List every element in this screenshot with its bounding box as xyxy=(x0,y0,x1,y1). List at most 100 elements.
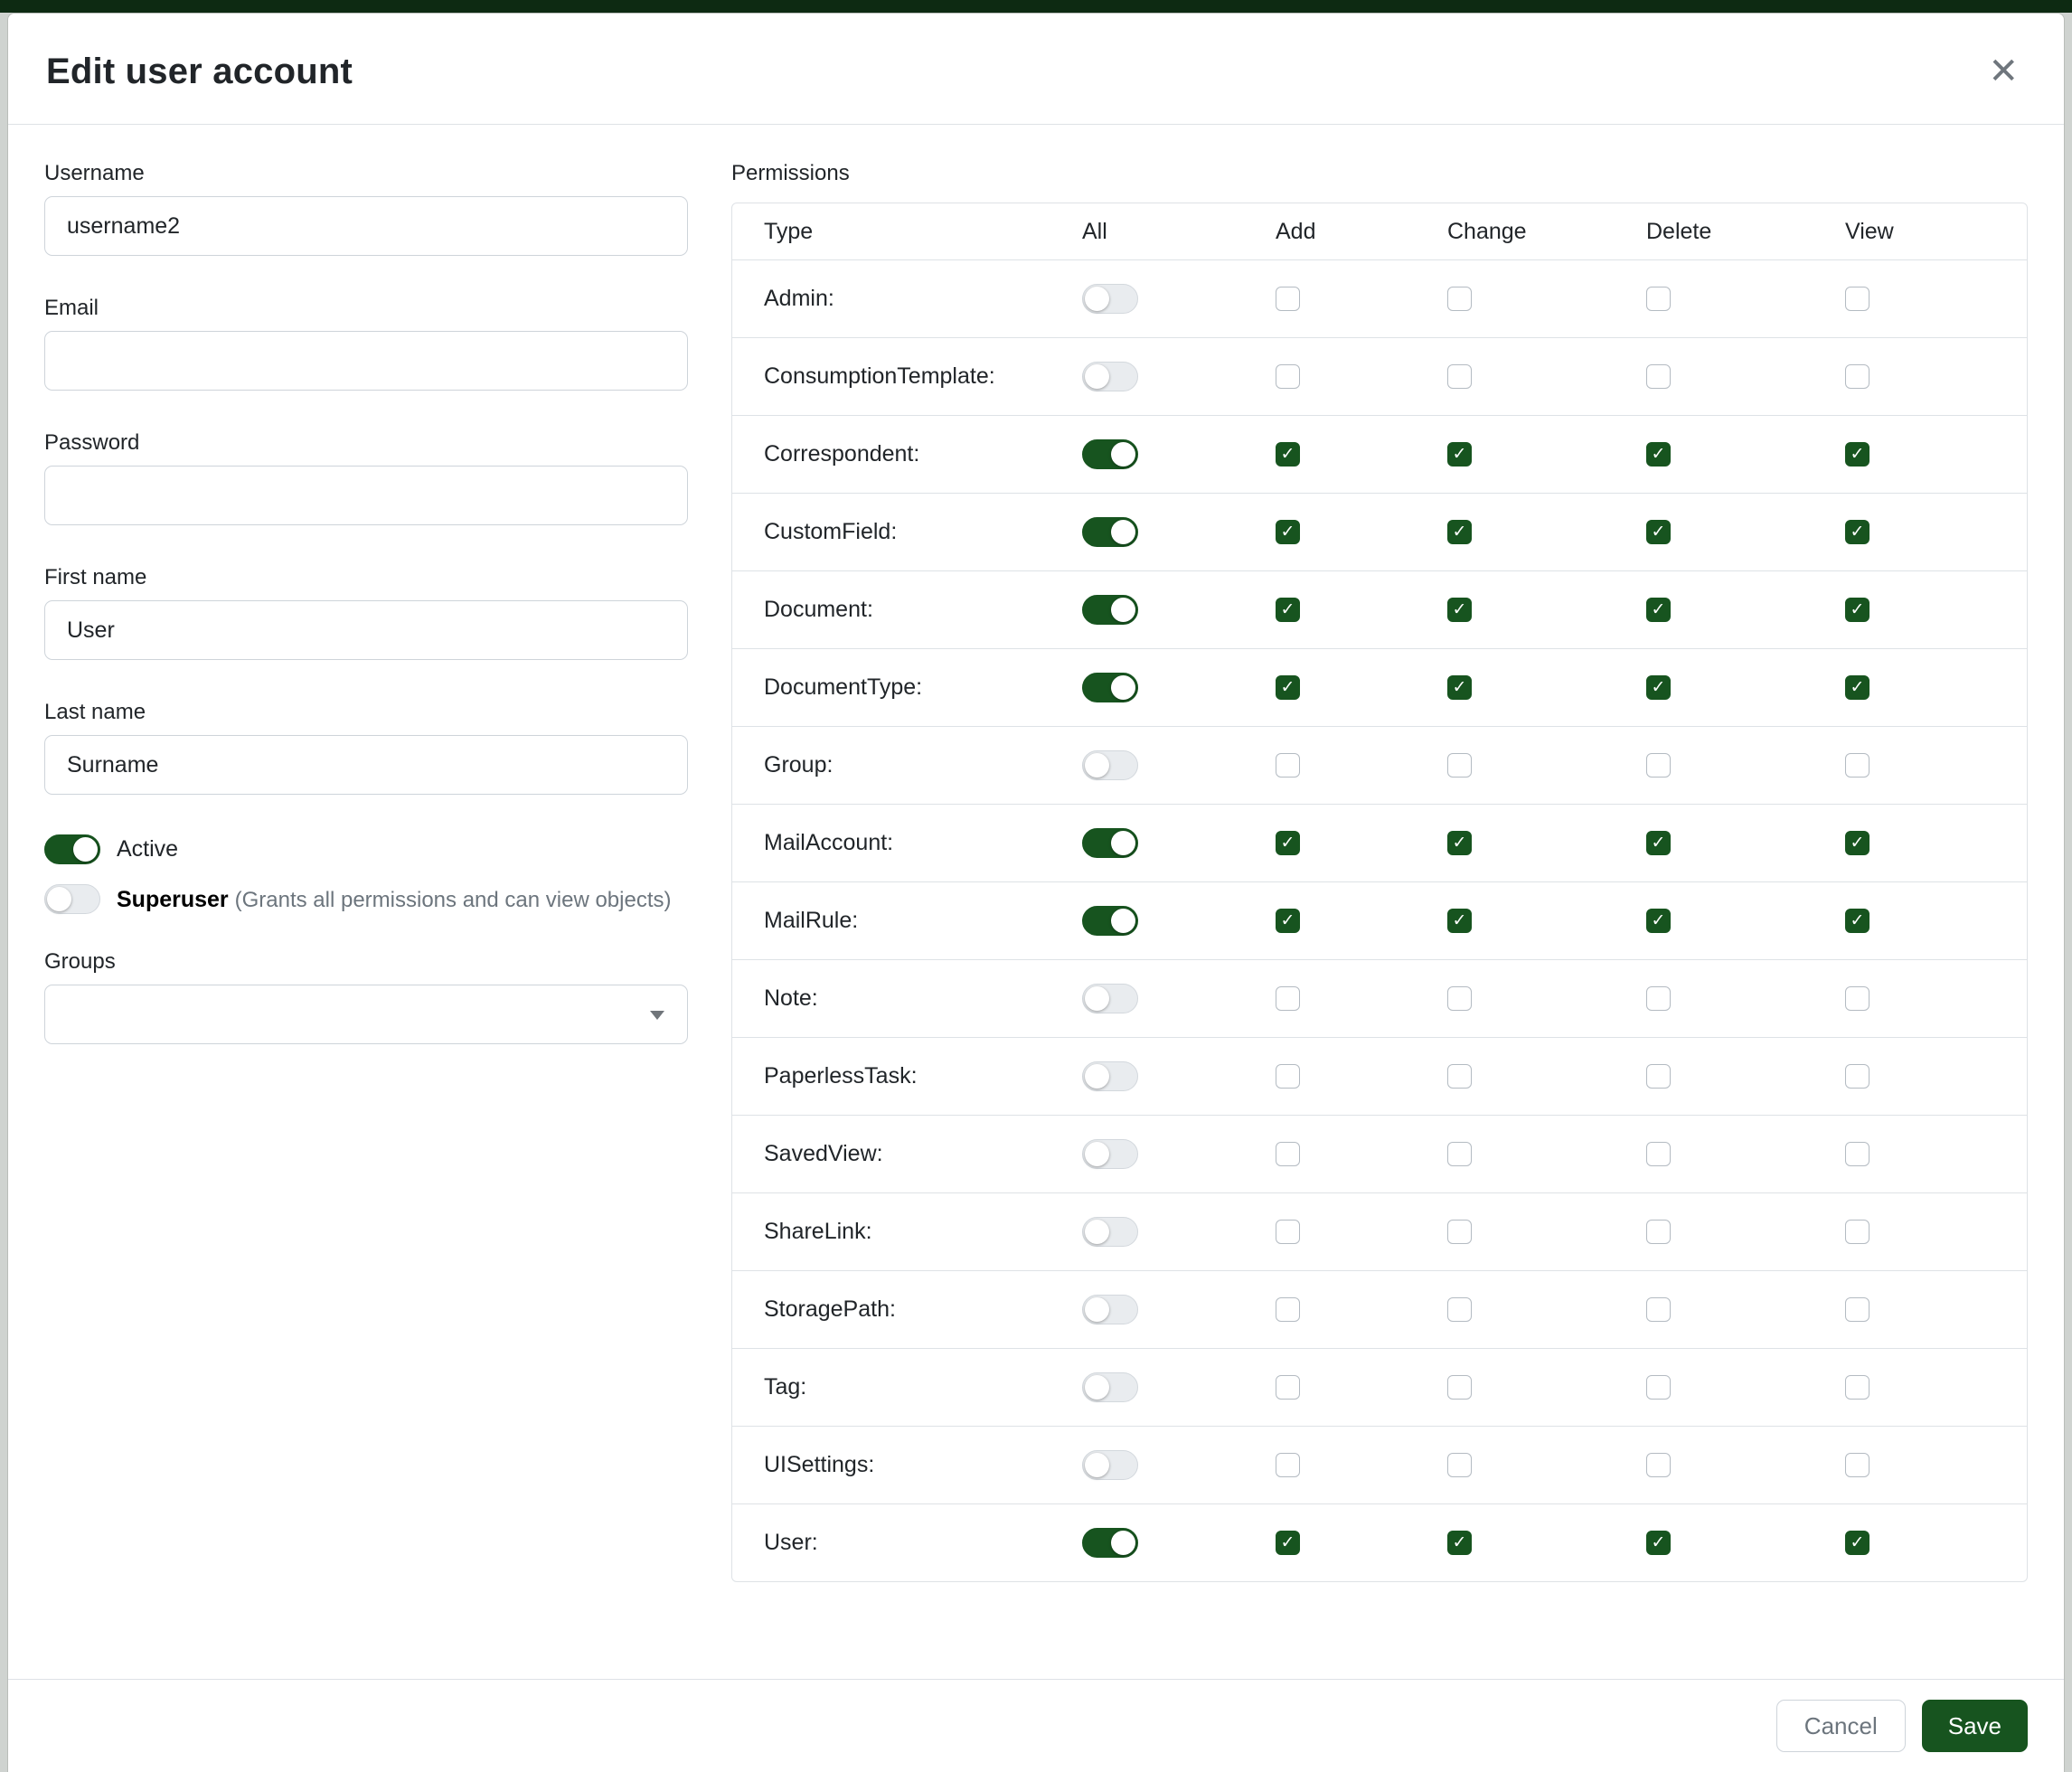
permission-all-toggle[interactable] xyxy=(1082,1217,1138,1247)
permission-view-checkbox[interactable]: ✓ xyxy=(1845,1453,1870,1477)
permission-change-checkbox[interactable]: ✓ xyxy=(1447,675,1472,700)
permission-change-checkbox[interactable]: ✓ xyxy=(1447,1142,1472,1166)
permission-change-checkbox[interactable]: ✓ xyxy=(1447,1531,1472,1555)
permission-change-checkbox[interactable]: ✓ xyxy=(1447,986,1472,1011)
permission-view-checkbox[interactable]: ✓ xyxy=(1845,287,1870,311)
permission-view-checkbox[interactable]: ✓ xyxy=(1845,753,1870,778)
permission-all-toggle[interactable] xyxy=(1082,1061,1138,1091)
permission-all-toggle[interactable] xyxy=(1082,1450,1138,1480)
permission-delete-checkbox[interactable]: ✓ xyxy=(1646,1064,1671,1089)
permission-add-checkbox[interactable]: ✓ xyxy=(1276,831,1300,855)
permission-change-checkbox[interactable]: ✓ xyxy=(1447,1375,1472,1400)
permission-all-toggle[interactable] xyxy=(1082,673,1138,702)
permission-view-checkbox[interactable]: ✓ xyxy=(1845,1142,1870,1166)
last-name-input[interactable] xyxy=(44,735,688,795)
permission-delete-checkbox[interactable]: ✓ xyxy=(1646,753,1671,778)
permission-view-checkbox[interactable]: ✓ xyxy=(1845,1220,1870,1244)
permission-add-checkbox[interactable]: ✓ xyxy=(1276,1453,1300,1477)
permission-add-checkbox[interactable]: ✓ xyxy=(1276,442,1300,467)
permission-all-toggle[interactable] xyxy=(1082,595,1138,625)
permission-add-checkbox[interactable]: ✓ xyxy=(1276,1297,1300,1322)
permission-delete-checkbox[interactable]: ✓ xyxy=(1646,909,1671,933)
password-input[interactable] xyxy=(44,466,688,525)
permission-view-checkbox[interactable]: ✓ xyxy=(1845,831,1870,855)
permission-all-toggle[interactable] xyxy=(1082,1295,1138,1324)
email-input[interactable] xyxy=(44,331,688,391)
permission-view-checkbox[interactable]: ✓ xyxy=(1845,1531,1870,1555)
permission-all-toggle[interactable] xyxy=(1082,517,1138,547)
permission-change-checkbox[interactable]: ✓ xyxy=(1447,831,1472,855)
permission-delete-checkbox[interactable]: ✓ xyxy=(1646,675,1671,700)
permission-delete-checkbox[interactable]: ✓ xyxy=(1646,1142,1671,1166)
first-name-input[interactable] xyxy=(44,600,688,660)
permission-all-cell xyxy=(1082,284,1276,314)
permission-all-toggle[interactable] xyxy=(1082,906,1138,936)
cancel-button[interactable]: Cancel xyxy=(1776,1700,1906,1752)
permission-all-toggle[interactable] xyxy=(1082,828,1138,858)
permission-delete-checkbox[interactable]: ✓ xyxy=(1646,1531,1671,1555)
permission-delete-checkbox[interactable]: ✓ xyxy=(1646,287,1671,311)
close-icon[interactable]: ✕ xyxy=(1981,50,2026,93)
permission-delete-checkbox[interactable]: ✓ xyxy=(1646,598,1671,622)
permission-add-checkbox[interactable]: ✓ xyxy=(1276,986,1300,1011)
permission-change-checkbox[interactable]: ✓ xyxy=(1447,1297,1472,1322)
permission-all-toggle[interactable] xyxy=(1082,362,1138,391)
permission-view-checkbox[interactable]: ✓ xyxy=(1845,1064,1870,1089)
permission-add-checkbox[interactable]: ✓ xyxy=(1276,1531,1300,1555)
permission-add-cell: ✓ xyxy=(1276,598,1447,622)
permission-add-checkbox[interactable]: ✓ xyxy=(1276,287,1300,311)
permission-delete-checkbox[interactable]: ✓ xyxy=(1646,520,1671,544)
groups-select[interactable] xyxy=(44,985,688,1044)
permission-delete-checkbox[interactable]: ✓ xyxy=(1646,1453,1671,1477)
permission-change-checkbox[interactable]: ✓ xyxy=(1447,1064,1472,1089)
permission-view-checkbox[interactable]: ✓ xyxy=(1845,675,1870,700)
permission-add-checkbox[interactable]: ✓ xyxy=(1276,1220,1300,1244)
permission-change-checkbox[interactable]: ✓ xyxy=(1447,442,1472,467)
permission-view-checkbox[interactable]: ✓ xyxy=(1845,442,1870,467)
permission-change-checkbox[interactable]: ✓ xyxy=(1447,753,1472,778)
save-button[interactable]: Save xyxy=(1922,1700,2028,1752)
permission-delete-checkbox[interactable]: ✓ xyxy=(1646,831,1671,855)
permission-delete-cell: ✓ xyxy=(1646,1453,1845,1477)
permission-all-toggle[interactable] xyxy=(1082,984,1138,1013)
permission-add-checkbox[interactable]: ✓ xyxy=(1276,909,1300,933)
permission-change-checkbox[interactable]: ✓ xyxy=(1447,1453,1472,1477)
permission-delete-checkbox[interactable]: ✓ xyxy=(1646,1220,1671,1244)
username-input[interactable] xyxy=(44,196,688,256)
permission-add-checkbox[interactable]: ✓ xyxy=(1276,1375,1300,1400)
permission-all-toggle[interactable] xyxy=(1082,1528,1138,1558)
permission-change-checkbox[interactable]: ✓ xyxy=(1447,1220,1472,1244)
permission-change-checkbox[interactable]: ✓ xyxy=(1447,598,1472,622)
permission-view-checkbox[interactable]: ✓ xyxy=(1845,520,1870,544)
permission-change-checkbox[interactable]: ✓ xyxy=(1447,287,1472,311)
permission-view-checkbox[interactable]: ✓ xyxy=(1845,598,1870,622)
permission-add-checkbox[interactable]: ✓ xyxy=(1276,364,1300,389)
permission-add-checkbox[interactable]: ✓ xyxy=(1276,598,1300,622)
permission-delete-checkbox[interactable]: ✓ xyxy=(1646,986,1671,1011)
permission-all-toggle[interactable] xyxy=(1082,1372,1138,1402)
permission-add-checkbox[interactable]: ✓ xyxy=(1276,1142,1300,1166)
permission-view-checkbox[interactable]: ✓ xyxy=(1845,1375,1870,1400)
permission-add-checkbox[interactable]: ✓ xyxy=(1276,753,1300,778)
permission-view-checkbox[interactable]: ✓ xyxy=(1845,1297,1870,1322)
permission-change-checkbox[interactable]: ✓ xyxy=(1447,909,1472,933)
permission-add-checkbox[interactable]: ✓ xyxy=(1276,675,1300,700)
permission-delete-checkbox[interactable]: ✓ xyxy=(1646,1375,1671,1400)
permission-view-checkbox[interactable]: ✓ xyxy=(1845,909,1870,933)
permission-all-toggle[interactable] xyxy=(1082,1139,1138,1169)
permission-delete-checkbox[interactable]: ✓ xyxy=(1646,364,1671,389)
permission-change-checkbox[interactable]: ✓ xyxy=(1447,520,1472,544)
permission-view-checkbox[interactable]: ✓ xyxy=(1845,986,1870,1011)
permission-add-checkbox[interactable]: ✓ xyxy=(1276,520,1300,544)
permission-change-checkbox[interactable]: ✓ xyxy=(1447,364,1472,389)
permission-delete-checkbox[interactable]: ✓ xyxy=(1646,442,1671,467)
permission-all-toggle[interactable] xyxy=(1082,439,1138,469)
permission-view-checkbox[interactable]: ✓ xyxy=(1845,364,1870,389)
superuser-toggle[interactable] xyxy=(44,884,100,914)
permission-all-toggle[interactable] xyxy=(1082,284,1138,314)
permission-add-checkbox[interactable]: ✓ xyxy=(1276,1064,1300,1089)
active-toggle[interactable] xyxy=(44,834,100,864)
permission-all-toggle[interactable] xyxy=(1082,750,1138,780)
groups-input[interactable] xyxy=(44,985,688,1044)
permission-delete-checkbox[interactable]: ✓ xyxy=(1646,1297,1671,1322)
